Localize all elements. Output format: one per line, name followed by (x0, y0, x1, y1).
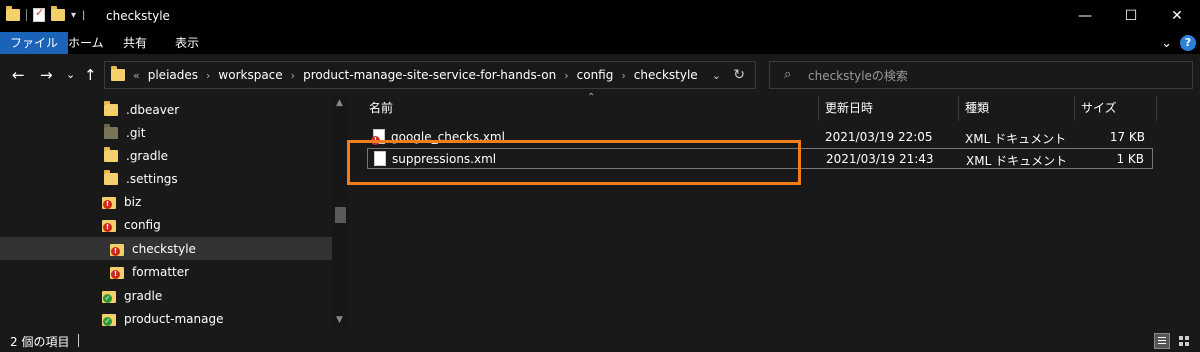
customize-toolbar-icon[interactable]: ▾ (71, 10, 76, 21)
folder-icon (104, 123, 118, 139)
back-button[interactable]: ← (12, 66, 25, 84)
sidebar-item-biz[interactable]: ! biz (0, 190, 332, 213)
sidebar-item-label: config (124, 217, 161, 232)
breadcrumb-separator[interactable]: › (206, 69, 210, 82)
breadcrumb-item[interactable]: pleiades (148, 68, 198, 82)
column-header-modified[interactable]: 更新日時 (819, 96, 959, 121)
breadcrumb-separator[interactable]: › (564, 69, 568, 82)
sidebar-item-label: .git (126, 125, 146, 140)
sidebar-item-config[interactable]: ! config (0, 213, 332, 236)
ribbon-tabs: ファイル ホーム 共有 表示 ⌄ ? (0, 32, 1200, 54)
column-header-size[interactable]: サイズ (1075, 96, 1157, 121)
recent-locations-button[interactable]: ⌄ (66, 68, 75, 81)
up-button[interactable]: ↑ (84, 66, 97, 84)
navigation-scrollbar[interactable]: ▲ ▼ (332, 96, 349, 330)
folder-ok-icon: ✓ (102, 289, 116, 303)
sidebar-item-formatter[interactable]: ! formatter (0, 260, 332, 283)
navigation-pane: .dbeaver .git .gradle .settings ! biz ! … (0, 96, 332, 330)
sidebar-item-dbeaver[interactable]: .dbeaver (0, 98, 332, 121)
sidebar-item-label: biz (124, 194, 142, 209)
file-name: google_checks.xml (391, 130, 505, 144)
title-separator: | (82, 9, 86, 21)
quick-access-toolbar: ▾ | (6, 6, 86, 22)
item-count: 2 個の項目 (10, 335, 70, 349)
folder-warning-icon: ! (110, 242, 124, 256)
sidebar-item-label: gradle (124, 288, 163, 303)
forward-button[interactable]: → (40, 66, 53, 84)
breadcrumb-separator[interactable]: › (291, 69, 295, 82)
xml-file-icon: ! (371, 129, 385, 145)
search-box[interactable]: ⌕ (769, 61, 1193, 89)
window-title: checkstyle (106, 9, 170, 23)
sidebar-item-label: .gradle (126, 148, 169, 163)
sidebar-item-product-manage[interactable]: ✓ product-manage (0, 307, 332, 330)
file-list: ⌃ 名前 更新日時 種類 サイズ ! google_checks.xml 202… (349, 92, 1200, 330)
scrollbar-thumb[interactable] (335, 207, 346, 223)
sidebar-item-label: .settings (126, 171, 178, 186)
folder-icon (111, 66, 125, 81)
folder-icon (104, 146, 118, 162)
sidebar-item-gradle-hidden[interactable]: .gradle (0, 144, 332, 167)
sidebar-item-label: product-manage (124, 311, 224, 326)
toolbar-divider (26, 9, 27, 21)
sidebar-item-git[interactable]: .git (0, 121, 332, 144)
xml-file-icon (374, 151, 386, 166)
address-bar[interactable]: « pleiades › workspace › product-manage-… (104, 61, 756, 89)
breadcrumb: « pleiades › workspace › product-manage-… (133, 68, 698, 82)
new-folder-icon[interactable] (51, 6, 65, 21)
file-row[interactable]: ! google_checks.xml 2021/03/19 22:05 XML… (367, 127, 1153, 148)
breadcrumb-item[interactable]: config (577, 68, 614, 82)
file-size: 1 KB (1116, 152, 1144, 166)
navigation-bar: ← → ⌄ ↑ « pleiades › workspace › product… (0, 54, 1200, 96)
close-button[interactable]: ✕ (1154, 0, 1200, 32)
maximize-button[interactable]: ☐ (1108, 0, 1154, 32)
breadcrumb-overflow[interactable]: « (133, 69, 140, 82)
folder-icon (6, 6, 20, 21)
scroll-down-icon[interactable]: ▼ (336, 315, 343, 325)
properties-icon[interactable] (33, 6, 45, 22)
chevron-down-icon[interactable]: ⌄ (1161, 36, 1172, 51)
large-icons-view-button[interactable] (1176, 333, 1192, 349)
column-header-name[interactable]: 名前 (363, 96, 819, 121)
folder-ok-icon: ✓ (102, 312, 116, 326)
tab-view[interactable]: 表示 (165, 32, 209, 54)
column-header-type[interactable]: 種類 (959, 96, 1075, 121)
sidebar-item-settings[interactable]: .settings (0, 167, 332, 190)
sidebar-item-label: .dbeaver (126, 102, 180, 117)
folder-warning-icon: ! (102, 218, 116, 232)
file-name: suppressions.xml (392, 152, 497, 166)
status-divider (78, 334, 79, 347)
folder-icon (104, 100, 118, 116)
sidebar-item-checkstyle[interactable]: ! checkstyle (0, 237, 332, 260)
file-type: XML ドキュメント (965, 132, 1067, 146)
search-input[interactable] (808, 67, 1178, 85)
search-icon: ⌕ (784, 67, 792, 82)
breadcrumb-item[interactable]: checkstyle (634, 68, 698, 82)
file-type: XML ドキュメント (966, 154, 1068, 168)
file-row[interactable]: suppressions.xml 2021/03/19 21:43 XML ドキ… (367, 148, 1153, 169)
sidebar-item-label: formatter (132, 264, 190, 279)
folder-icon (104, 169, 118, 185)
ribbon-controls: ⌄ ? (1161, 35, 1196, 51)
folder-warning-icon: ! (102, 195, 116, 209)
sidebar-item-gradle[interactable]: ✓ gradle (0, 284, 332, 307)
title-bar: ▾ | checkstyle — ☐ ✕ (0, 0, 1200, 32)
help-icon[interactable]: ? (1180, 35, 1196, 51)
minimize-button[interactable]: — (1062, 0, 1108, 32)
sidebar-item-label: checkstyle (132, 241, 196, 256)
tab-home[interactable]: ホーム (58, 32, 114, 54)
breadcrumb-item[interactable]: product-manage-site-service-for-hands-on (303, 68, 556, 82)
breadcrumb-separator[interactable]: › (621, 69, 625, 82)
file-size: 17 KB (1109, 130, 1145, 144)
breadcrumb-item[interactable]: workspace (218, 68, 282, 82)
status-bar: 2 個の項目 (0, 330, 1200, 352)
folder-warning-icon: ! (110, 265, 124, 279)
file-modified: 2021/03/19 21:43 (826, 152, 934, 166)
details-view-button[interactable] (1154, 333, 1170, 349)
file-modified: 2021/03/19 22:05 (825, 130, 933, 144)
refresh-icon[interactable]: ↻ (733, 67, 745, 83)
address-dropdown-icon[interactable]: ⌄ (712, 69, 721, 82)
tab-share[interactable]: 共有 (113, 32, 157, 54)
scroll-up-icon[interactable]: ▲ (336, 98, 343, 108)
